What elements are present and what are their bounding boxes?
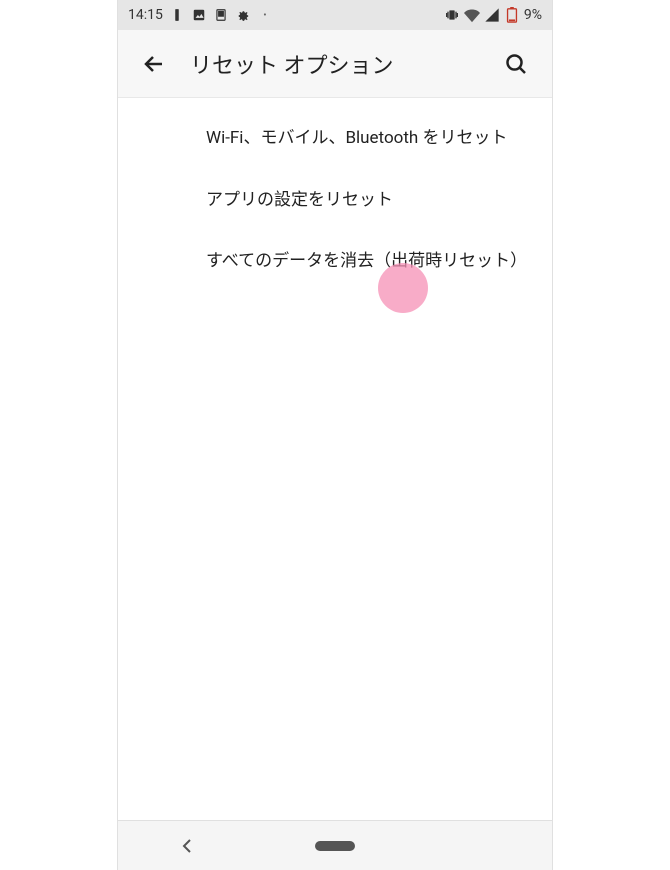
- option-label: Wi-Fi、モバイル、Bluetooth をリセット: [206, 128, 507, 148]
- nav-home-button[interactable]: [315, 841, 355, 851]
- status-bar: 14:15 •: [118, 0, 552, 30]
- phone-screen: 14:15 •: [117, 0, 553, 870]
- option-label: アプリの設定をリセット: [206, 190, 393, 210]
- signal-icon: [484, 7, 500, 23]
- battery-percent: 9%: [524, 7, 542, 23]
- option-label: すべてのデータを消去（出荷時リセット）: [206, 251, 527, 271]
- device-frame: 14:15 •: [0, 0, 670, 870]
- warning-icon: [169, 7, 185, 23]
- chevron-left-icon: [181, 838, 193, 854]
- battery-icon: [504, 7, 520, 23]
- search-button[interactable]: [496, 44, 536, 84]
- wifi-icon: [464, 7, 480, 23]
- status-time: 14:15: [128, 7, 163, 23]
- nav-back-button[interactable]: [177, 836, 197, 856]
- arrow-left-icon: [142, 52, 166, 76]
- page-title: リセット オプション: [190, 48, 496, 80]
- reset-app-preferences-option[interactable]: アプリの設定をリセット: [118, 170, 552, 232]
- content-area: Wi-Fi、モバイル、Bluetooth をリセット アプリの設定をリセット す…: [118, 98, 552, 820]
- status-left: 14:15 •: [128, 7, 273, 23]
- vibrate-icon: [444, 7, 460, 23]
- search-icon: [504, 52, 528, 76]
- navigation-bar: [118, 820, 552, 870]
- card-icon: [213, 7, 229, 23]
- factory-reset-option[interactable]: すべてのデータを消去（出荷時リセット）: [118, 231, 552, 293]
- reset-network-option[interactable]: Wi-Fi、モバイル、Bluetooth をリセット: [118, 108, 552, 170]
- image-icon: [191, 7, 207, 23]
- status-right: 9%: [444, 7, 542, 23]
- dot-icon: •: [257, 7, 273, 23]
- gear-icon: [235, 7, 251, 23]
- back-button[interactable]: [134, 44, 174, 84]
- app-bar: リセット オプション: [118, 30, 552, 98]
